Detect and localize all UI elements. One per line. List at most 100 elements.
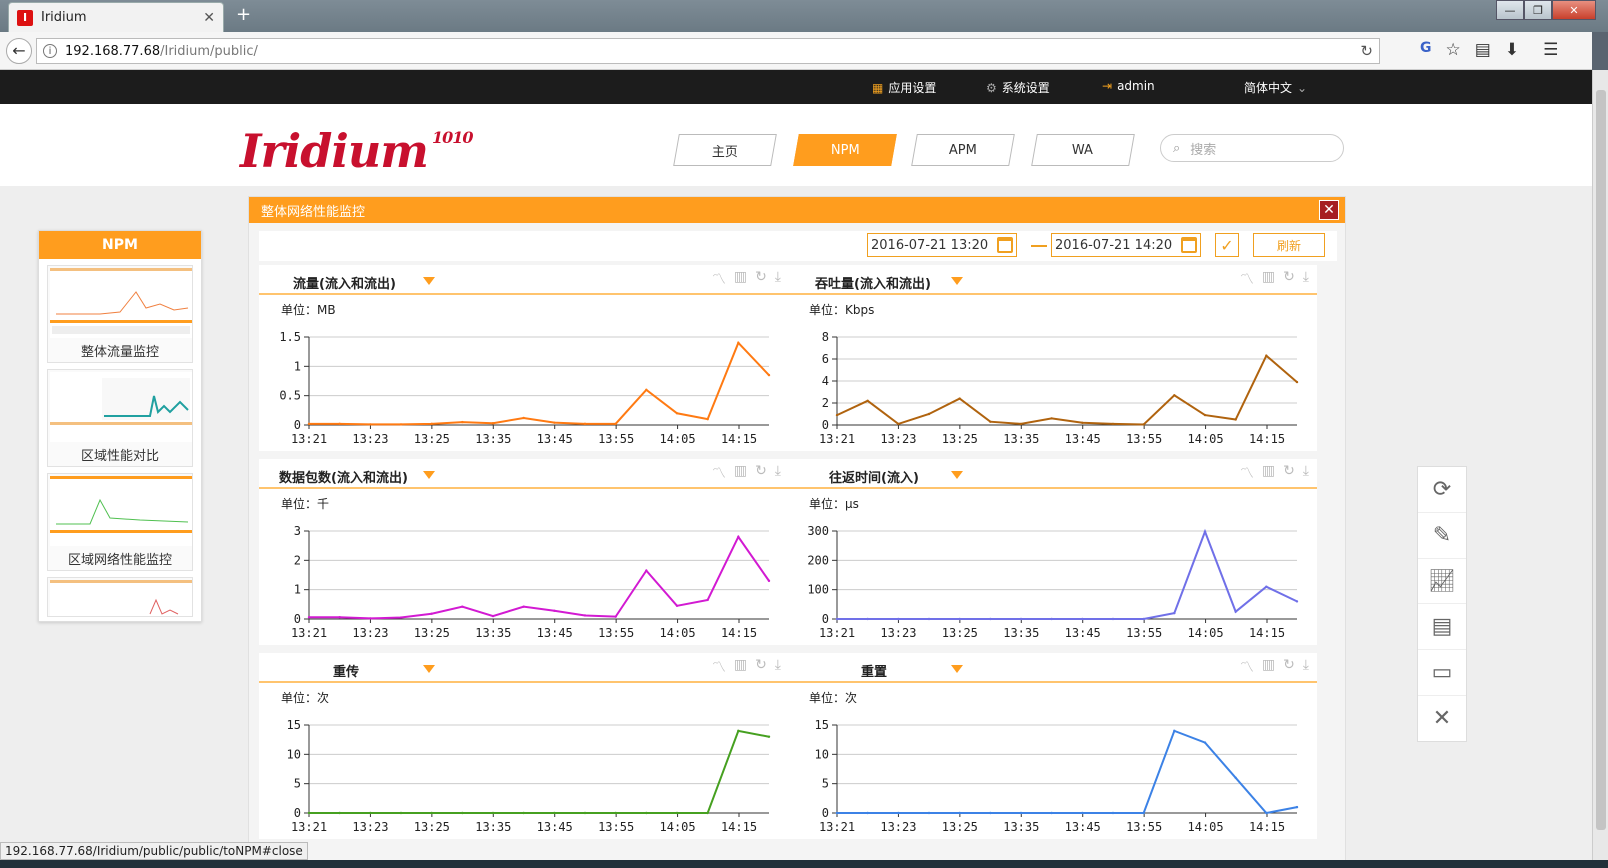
refresh-button[interactable]: 刷新	[1253, 233, 1325, 257]
data-point[interactable]	[1142, 423, 1145, 426]
data-point[interactable]	[927, 811, 931, 815]
data-point[interactable]	[1203, 741, 1207, 744]
data-point[interactable]	[737, 729, 740, 733]
download-icon[interactable]: ⤓	[1303, 463, 1309, 483]
bar-chart-icon[interactable]: ▥	[1262, 657, 1275, 677]
series-line[interactable]	[309, 729, 770, 814]
data-point[interactable]	[737, 341, 740, 345]
data-point[interactable]	[1081, 421, 1084, 424]
data-point[interactable]	[614, 811, 617, 815]
data-point[interactable]	[1173, 611, 1176, 615]
data-point[interactable]	[767, 373, 771, 377]
download-icon[interactable]: ⤓	[775, 657, 781, 677]
data-point[interactable]	[1295, 805, 1299, 809]
bar-chart-icon[interactable]: ▥	[734, 269, 747, 289]
address-bar[interactable]: i 192.168.77.68 /Iridium/public/ ↻	[36, 38, 1380, 64]
data-point[interactable]	[399, 811, 403, 815]
date-from-input[interactable]: 2016-07-21 13:20	[867, 233, 1017, 257]
data-point[interactable]	[583, 811, 587, 815]
nav-wa[interactable]: WA	[1031, 134, 1135, 166]
data-point[interactable]	[461, 420, 464, 424]
data-point[interactable]	[522, 811, 525, 815]
translate-icon[interactable]: G	[1420, 40, 1432, 60]
data-point[interactable]	[491, 614, 495, 618]
data-point[interactable]	[1265, 585, 1268, 588]
data-point[interactable]	[989, 420, 992, 423]
data-point[interactable]	[675, 811, 679, 815]
data-point[interactable]	[1111, 617, 1115, 621]
data-point[interactable]	[897, 617, 900, 621]
line-chart-icon[interactable]: 〽	[712, 657, 726, 677]
data-point[interactable]	[553, 609, 556, 612]
data-point[interactable]	[835, 413, 839, 417]
data-point[interactable]	[1019, 811, 1023, 815]
data-point[interactable]	[675, 412, 679, 415]
refresh-icon[interactable]: ⟳	[1418, 467, 1466, 513]
data-point[interactable]	[522, 416, 525, 420]
data-point[interactable]	[1081, 617, 1084, 621]
data-point[interactable]	[958, 617, 961, 621]
data-point[interactable]	[866, 617, 869, 621]
refresh-icon[interactable]: ↻	[755, 657, 767, 677]
info-icon[interactable]: i	[43, 44, 57, 58]
data-point[interactable]	[1019, 617, 1023, 621]
data-point[interactable]	[1265, 354, 1268, 357]
sidebar-item-more[interactable]	[47, 577, 193, 617]
line-chart-icon[interactable]: 〽	[1240, 657, 1254, 677]
data-point[interactable]	[1295, 600, 1299, 603]
data-point[interactable]	[958, 397, 961, 400]
data-point[interactable]	[1173, 729, 1176, 733]
reading-list-icon[interactable]: ▤	[1475, 40, 1491, 60]
data-point[interactable]	[307, 811, 311, 815]
line-chart-icon[interactable]: 〽	[1240, 269, 1254, 289]
data-point[interactable]	[338, 811, 341, 815]
data-point[interactable]	[1142, 617, 1145, 621]
data-point[interactable]	[1234, 776, 1237, 779]
bar-chart-icon[interactable]: ▥	[734, 463, 747, 483]
panel-close-icon[interactable]: ✕	[1319, 200, 1339, 220]
data-point[interactable]	[1173, 394, 1176, 397]
language-select[interactable]: 简体中文 ⌄	[1244, 79, 1307, 96]
download-icon[interactable]: ⤓	[775, 269, 781, 289]
data-point[interactable]	[307, 422, 311, 426]
data-point[interactable]	[369, 617, 372, 620]
system-settings-link[interactable]: ⚙ 系统设置	[986, 79, 1050, 96]
data-point[interactable]	[369, 423, 372, 426]
data-point[interactable]	[1111, 811, 1115, 815]
data-point[interactable]	[1203, 530, 1207, 533]
series-line[interactable]	[309, 534, 770, 620]
data-point[interactable]	[989, 811, 992, 815]
data-point[interactable]	[1234, 610, 1237, 613]
data-point[interactable]	[1050, 811, 1053, 815]
user-menu[interactable]: ⇥ admin	[1102, 79, 1155, 93]
back-arrow-icon[interactable]: ←	[6, 37, 32, 64]
download-icon[interactable]: ⤓	[1303, 269, 1309, 289]
data-point[interactable]	[338, 616, 341, 619]
calendar-icon[interactable]	[1181, 237, 1197, 253]
nav-apm[interactable]: APM	[911, 134, 1015, 166]
data-point[interactable]	[583, 614, 587, 617]
chart-dropdown-caret-icon[interactable]	[951, 471, 963, 479]
data-point[interactable]	[706, 811, 709, 815]
line-chart-icon[interactable]: 〽	[1240, 463, 1254, 483]
page-scrollbar[interactable]	[1592, 70, 1608, 868]
data-point[interactable]	[399, 616, 403, 619]
data-point[interactable]	[927, 617, 931, 621]
chart-dropdown-caret-icon[interactable]	[423, 471, 435, 479]
data-point[interactable]	[399, 423, 403, 426]
series-line[interactable]	[836, 354, 1298, 426]
data-point[interactable]	[675, 604, 679, 607]
scrollbar-thumb[interactable]	[1596, 90, 1606, 830]
sidebar-item-overall-traffic[interactable]: 整体流量监控	[47, 265, 193, 363]
data-point[interactable]	[614, 422, 617, 426]
confirm-check-icon[interactable]: ✓	[1215, 233, 1239, 257]
refresh-icon[interactable]: ↻	[755, 463, 767, 483]
bar-chart-icon[interactable]: ▥	[1262, 463, 1275, 483]
data-point[interactable]	[1295, 380, 1299, 384]
data-point[interactable]	[1111, 422, 1115, 426]
maximize-icon[interactable]: ❐	[1524, 0, 1552, 20]
new-tab-icon[interactable]: +	[236, 4, 251, 25]
tab-close-icon[interactable]: ✕	[203, 10, 215, 26]
document-icon[interactable]: ▤	[1418, 604, 1466, 651]
data-point[interactable]	[461, 811, 464, 815]
